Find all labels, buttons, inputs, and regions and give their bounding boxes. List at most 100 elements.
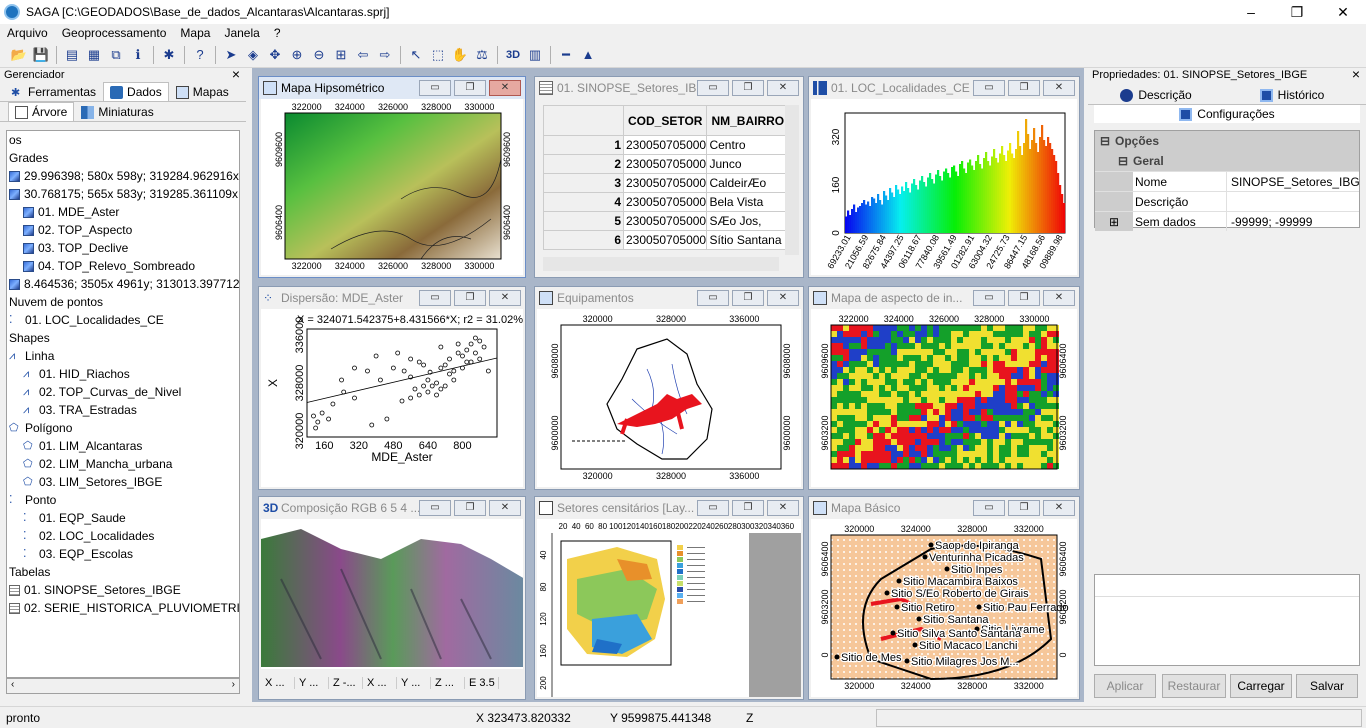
arrow-icon[interactable]: ➤	[222, 46, 240, 64]
w7-minimize-button[interactable]: ▭	[419, 500, 451, 516]
w3-close-button[interactable]: ✕	[1043, 80, 1075, 96]
select-box-icon[interactable]: ⬚	[429, 46, 447, 64]
tree-item[interactable]: Nuvem de pontos	[7, 293, 239, 311]
north-icon[interactable]: ▲	[579, 46, 597, 64]
measure-icon[interactable]: ⚖	[473, 46, 491, 64]
table-cell[interactable]: 2300507050000	[622, 192, 708, 212]
save-icon[interactable]: 💾	[32, 46, 50, 64]
zoom-icon[interactable]: ⊕	[288, 46, 306, 64]
tree-item[interactable]: Grades	[7, 149, 239, 167]
table-cell[interactable]: 6	[543, 230, 624, 250]
table-cell[interactable]: Bela Vista	[706, 192, 790, 212]
property-row[interactable]: ⊞ Sem dados -99999; -99999	[1095, 211, 1359, 231]
menu-help[interactable]: ?	[267, 26, 288, 40]
help-icon[interactable]: ?	[191, 46, 209, 64]
window-mapa-basico[interactable]: Mapa Básico ▭ ❐ ✕ Saop do Ipiranga Venturin…	[808, 496, 1080, 700]
print-layout[interactable]: 20 40 60 80 100 120 140 160 180 200 220 240 260 280 30…	[537, 519, 801, 697]
tab-mapas[interactable]: Mapas	[169, 82, 236, 101]
line-icon[interactable]: ━	[557, 46, 575, 64]
3d-terrain-view[interactable]	[261, 519, 523, 667]
tree-item[interactable]: Shapes	[7, 329, 239, 347]
category-geral[interactable]: ⊟ Geral	[1095, 151, 1359, 171]
w8-minimize-button[interactable]: ▭	[697, 500, 729, 516]
w5-restore-button[interactable]: ❐	[732, 290, 764, 306]
table-row[interactable]: 5 2300507050000 SÆo Jos,	[543, 211, 790, 231]
tree-item[interactable]: ⩘ 03. TRA_Estradas	[7, 401, 239, 419]
tree-item[interactable]: ⬠ 03. LIM_Setores_IBGE	[7, 473, 239, 491]
w5-minimize-button[interactable]: ▭	[697, 290, 729, 306]
tree-item[interactable]: ⁚ 03. EQP_Escolas	[7, 545, 239, 563]
table-vertical-scrollbar[interactable]	[785, 105, 799, 255]
tab-ferramentas[interactable]: ✱ Ferramentas	[4, 82, 103, 101]
tab-historico[interactable]: Histórico	[1224, 86, 1360, 104]
map-equipamentos[interactable]: 320000 328000 336000 320000 328000 336000 9608…	[537, 309, 801, 487]
open-icon[interactable]: 📂	[10, 46, 28, 64]
table-cell[interactable]: 2300507050000	[622, 173, 708, 193]
table-row[interactable]: 1 2300507050000 Centro	[543, 135, 790, 155]
w3-minimize-button[interactable]: ▭	[973, 80, 1005, 96]
tree-item[interactable]: ⬠ 01. LIM_Alcantaras	[7, 437, 239, 455]
table-row[interactable]: 2 2300507050000 Junco	[543, 154, 790, 174]
window-mapa-aspecto[interactable]: Mapa de aspecto de in... ▭ ❐ ✕ 322000 32400…	[808, 286, 1080, 490]
zoom-next-icon[interactable]: ⇨	[376, 46, 394, 64]
table-horizontal-scrollbar[interactable]	[543, 257, 779, 271]
w8-restore-button[interactable]: ❐	[732, 500, 764, 516]
tab-configuracoes[interactable]: Configurações	[1094, 105, 1360, 123]
tree-item[interactable]: ⁚ 01. EQP_Saude	[7, 509, 239, 527]
w6-minimize-button[interactable]: ▭	[973, 290, 1005, 306]
table-cell[interactable]: CaldeirÆo	[706, 173, 790, 193]
menu-mapa[interactable]: Mapa	[173, 26, 217, 40]
tree-item[interactable]: 03. TOP_Declive	[7, 239, 239, 257]
window-sinopse-table[interactable]: 01. SINOPSE_Setores_IB... ▭ ❐ ✕ COD_SETOR N…	[534, 76, 804, 278]
table-cell[interactable]: 2300507050000	[622, 211, 708, 231]
layout-icon[interactable]: ▤	[63, 46, 81, 64]
window-composicao-rgb[interactable]: 3D Composição RGB 6 5 4 ... ▭ ❐ ✕ X ... Y ..…	[258, 496, 526, 700]
scatter-chart[interactable]: X = 324071.542375+8.431566*X; r2 = 31.02…	[261, 309, 523, 487]
table-cell[interactable]: 2	[543, 154, 624, 174]
expand-sem-dados[interactable]: ⊞	[1095, 212, 1133, 231]
tree-item[interactable]: ⁚ 01. LOC_Localidades_CE	[7, 311, 239, 329]
column-header[interactable]: NM_BAIRRO	[706, 105, 790, 136]
tab-miniaturas[interactable]: Miniaturas	[74, 102, 160, 121]
table-row[interactable]: 6 2300507050000 Sítio Santana	[543, 230, 790, 250]
table-row[interactable]: 3 2300507050000 CaldeirÆo	[543, 173, 790, 193]
menu-arquivo[interactable]: Arquivo	[0, 26, 55, 40]
property-value[interactable]: -99999; -99999	[1227, 212, 1359, 231]
attribute-table[interactable]: COD_SETOR NM_BAIRRO 1 2300507050000 Centro 2 2…	[543, 105, 790, 250]
3d-icon[interactable]: 3D	[504, 46, 522, 64]
tools-icon[interactable]: ✱	[160, 46, 178, 64]
save-properties-button[interactable]: Salvar	[1296, 674, 1358, 698]
table-cell[interactable]: 2300507050000	[622, 135, 708, 155]
table-cell[interactable]: 5	[543, 211, 624, 231]
tree-item[interactable]: ⩘ Linha	[7, 347, 239, 365]
w2-close-button[interactable]: ✕	[767, 80, 799, 96]
menu-janela[interactable]: Janela	[217, 26, 266, 40]
layout2-icon[interactable]: ▦	[85, 46, 103, 64]
select-icon[interactable]: ◈	[244, 46, 262, 64]
window-setores-layout[interactable]: Setores censitários [Lay... ▭ ❐ ✕ 20 40 60 80…	[534, 496, 804, 700]
window-dispersao[interactable]: ⁘ Dispersão: MDE_Aster ▭ ❐ ✕ X = 324071.542…	[258, 286, 526, 490]
w2-restore-button[interactable]: ❐	[732, 80, 764, 96]
scroll-right-icon[interactable]: ›	[232, 679, 235, 690]
tree-item[interactable]: 01. MDE_Aster	[7, 203, 239, 221]
w9-minimize-button[interactable]: ▭	[973, 500, 1005, 516]
w3-restore-button[interactable]: ❐	[1008, 80, 1040, 96]
w6-restore-button[interactable]: ❐	[1008, 290, 1040, 306]
minimize-button[interactable]: –	[1228, 0, 1274, 24]
table-cell[interactable]: 1	[543, 135, 624, 155]
tree-item[interactable]: ⬠ Polígono	[7, 419, 239, 437]
map-aspecto[interactable]: 322000 324000 326000 328000 330000 9609600 960…	[811, 309, 1077, 487]
data-tree[interactable]: os Grades 29.996398; 580x 598y; 319284.962…	[6, 130, 240, 678]
tree-item[interactable]: 02. TOP_Aspecto	[7, 221, 239, 239]
tree-item[interactable]: Tabelas	[7, 563, 239, 581]
window-equipamentos[interactable]: Equipamentos ▭ ❐ ✕ 320000 328000 336000 32000…	[534, 286, 804, 490]
property-row[interactable]: Nome SINOPSE_Setores_IBGE	[1095, 171, 1359, 191]
histogram-chart[interactable]: 016032069233.0121056.5982675.8444397.250…	[811, 99, 1077, 275]
tree-item[interactable]: 8.464536; 3505x 4961y; 313013.397712x 9	[7, 275, 239, 293]
table-cell[interactable]: SÆo Jos,	[706, 211, 790, 231]
tree-item[interactable]: os	[7, 131, 239, 149]
window-mapa-hipsometrico[interactable]: Mapa Hipsométrico ▭ ❐ ✕ 322000 324000 326000…	[258, 76, 526, 278]
table-row[interactable]: 4 2300507050000 Bela Vista	[543, 192, 790, 212]
map-hipsometrico[interactable]: 322000 324000 326000 328000 330000 322000 3240…	[261, 99, 523, 275]
tree-item[interactable]: ⁚ Ponto	[7, 491, 239, 509]
